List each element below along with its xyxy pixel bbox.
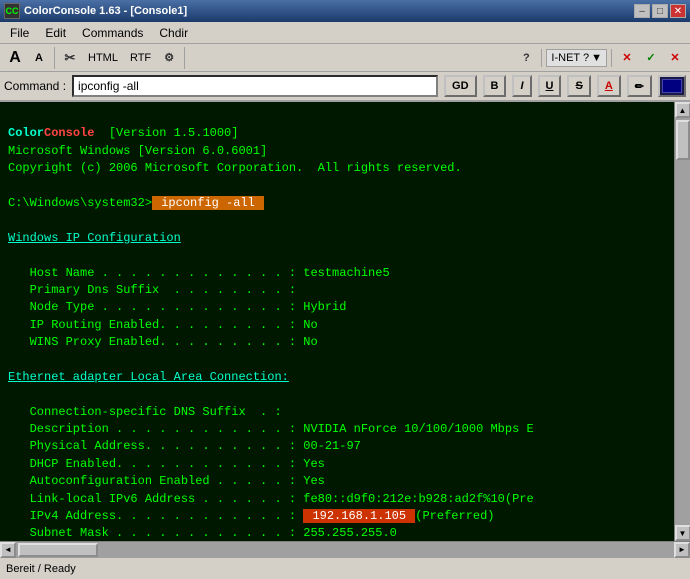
menu-bar: File Edit Commands Chdir	[0, 22, 690, 44]
menu-chdir[interactable]: Chdir	[153, 24, 194, 42]
terminal-output[interactable]: ColorConsole [Version 1.5.1000] Microsof…	[0, 102, 674, 541]
title-bar: CC ColorConsole 1.63 - [Console1] – □ ✕	[0, 0, 690, 22]
toolbar-x-icon[interactable]: ✕	[616, 47, 638, 69]
scroll-track[interactable]	[675, 118, 690, 525]
rtf-label: RTF	[130, 52, 151, 64]
highlight-button[interactable]: ✏	[627, 75, 652, 97]
hscroll-thumb[interactable]	[18, 543, 98, 557]
font-color-button[interactable]: A	[597, 75, 621, 97]
scroll-thumb[interactable]	[676, 120, 690, 160]
status-text: Bereit / Ready	[6, 563, 76, 575]
terminal-icon[interactable]	[658, 75, 686, 97]
maximize-button[interactable]: □	[652, 4, 668, 18]
strikethrough-button[interactable]: S	[567, 75, 590, 97]
toolbar-close-icon[interactable]: ✕	[664, 47, 686, 69]
html-label: HTML	[88, 52, 118, 64]
font-increase-button[interactable]: A	[4, 47, 26, 69]
window-title: ColorConsole 1.63 - [Console1]	[24, 5, 187, 17]
scroll-right-button[interactable]: ►	[674, 542, 690, 558]
vertical-scrollbar[interactable]: ▲ ▼	[674, 102, 690, 541]
horizontal-scrollbar[interactable]: ◄ ►	[0, 541, 690, 557]
app-icon: CC	[4, 3, 20, 19]
toolbar-separator-2	[611, 49, 612, 67]
settings-icon[interactable]: ⚙	[158, 47, 180, 69]
toolbar: A A ✂ HTML RTF ⚙ ? I-NET ? ▼ ✕ ✓ ✕	[0, 44, 690, 72]
rtf-button[interactable]: RTF	[125, 49, 156, 67]
scissors-icon[interactable]: ✂	[59, 47, 81, 69]
status-bar: Bereit / Ready	[0, 557, 690, 579]
hscroll-track[interactable]	[16, 542, 674, 558]
menu-file[interactable]: File	[4, 24, 35, 42]
scroll-left-button[interactable]: ◄	[0, 542, 16, 558]
command-label: Command :	[4, 79, 66, 93]
scroll-up-button[interactable]: ▲	[675, 102, 690, 118]
font-decrease-button[interactable]: A	[28, 47, 50, 69]
command-bar: Command : GD B I U S A ✏	[0, 72, 690, 102]
bold-button[interactable]: B	[483, 75, 507, 97]
menu-commands[interactable]: Commands	[76, 24, 149, 42]
command-input[interactable]	[72, 75, 438, 97]
terminal-container: ColorConsole [Version 1.5.1000] Microsof…	[0, 102, 690, 541]
close-button[interactable]: ✕	[670, 4, 686, 18]
inet-chevron: ▼	[591, 52, 602, 64]
window-controls: – □ ✕	[634, 4, 686, 18]
scroll-down-button[interactable]: ▼	[675, 525, 690, 541]
go-button[interactable]: GD	[444, 75, 477, 97]
inet-dropdown[interactable]: I-NET ? ▼	[546, 49, 607, 67]
inet-label: I-NET ?	[551, 52, 589, 64]
html-button[interactable]: HTML	[83, 49, 123, 67]
underline-button[interactable]: U	[538, 75, 562, 97]
menu-edit[interactable]: Edit	[39, 24, 72, 42]
italic-button[interactable]: I	[512, 75, 531, 97]
help-icon[interactable]: ?	[515, 47, 537, 69]
toolbar-separator	[541, 49, 542, 67]
toolbar-check-icon[interactable]: ✓	[640, 47, 662, 69]
minimize-button[interactable]: –	[634, 4, 650, 18]
